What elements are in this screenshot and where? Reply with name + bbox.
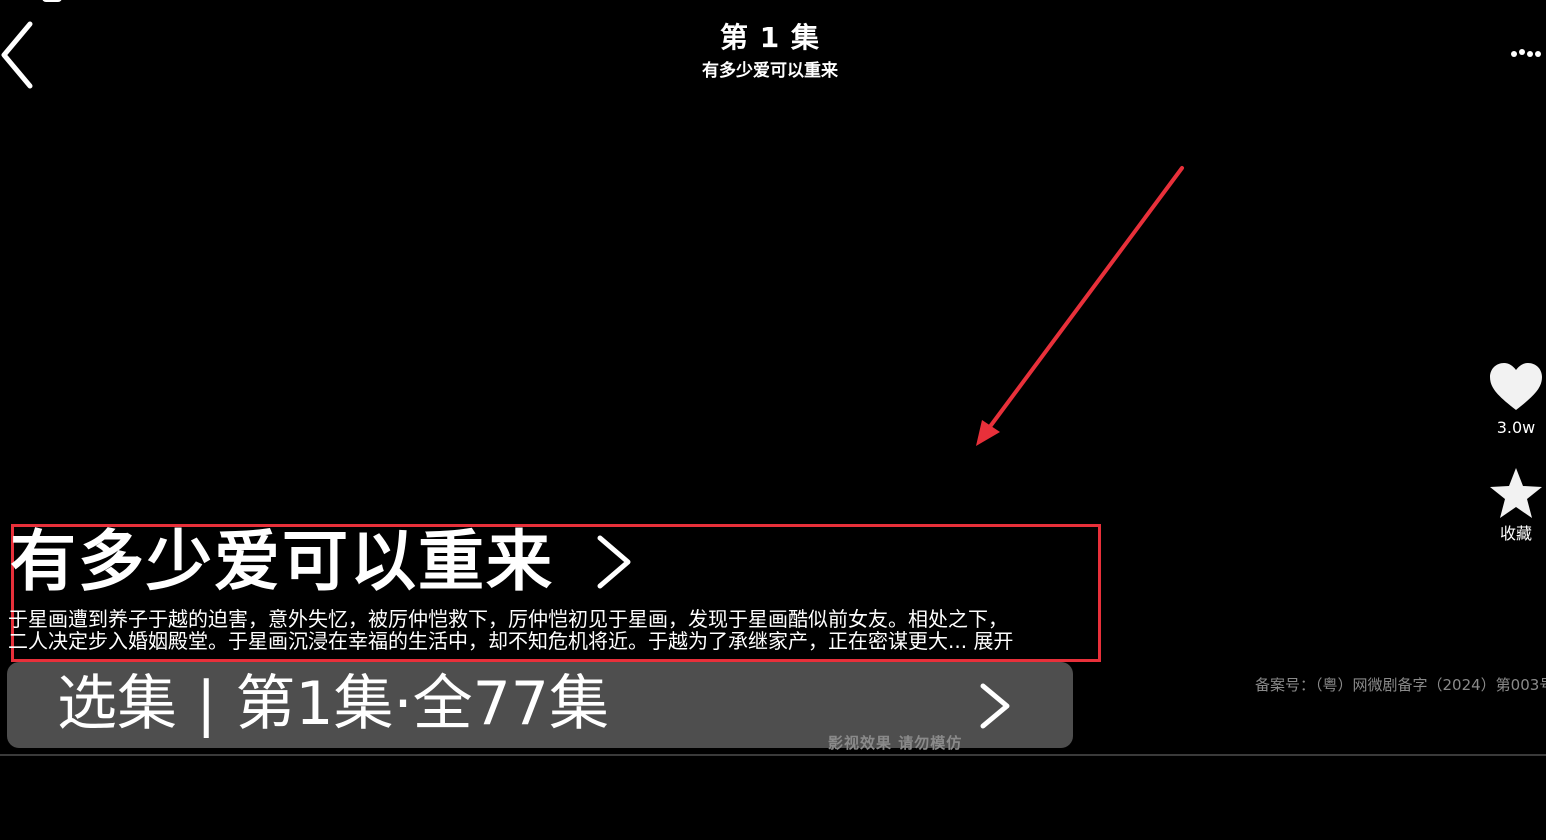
drama-subtitle: 有多少爱可以重来 bbox=[702, 61, 838, 81]
chevron-right-icon bbox=[977, 682, 1013, 730]
chevron-right-icon bbox=[594, 532, 634, 592]
synopsis-line-text: 二人决定步入婚姻殿堂。于星画沉浸在幸福的生活中，却不知危机将近。于越为了承继家产… bbox=[8, 629, 968, 653]
episode-header: 第 1 集 有多少爱可以重来 bbox=[560, 18, 980, 82]
progress-line bbox=[0, 754, 1546, 756]
like-button[interactable]: 3.0w bbox=[1486, 360, 1546, 438]
more-dots-icon bbox=[1511, 49, 1541, 57]
synopsis-line: 于星画遭到养子于越的迫害，意外失忆，被厉仲恺救下，厉仲恺初见于星画，发现于星画酷… bbox=[8, 607, 1008, 631]
show-title: 有多少爱可以重来 bbox=[10, 523, 554, 600]
back-button[interactable] bbox=[0, 20, 40, 90]
episode-selector-label: 选集 | 第1集·全77集 bbox=[57, 669, 609, 739]
more-button[interactable] bbox=[1508, 40, 1544, 64]
side-actions: 3.0w 收藏 bbox=[1486, 360, 1546, 544]
heart-icon bbox=[1488, 360, 1544, 416]
expand-button[interactable]: 展开 bbox=[973, 629, 1013, 653]
episode-title: 第 1 集 bbox=[720, 21, 820, 54]
filing-number: 备案号：（粤）网微剧备字（2024）第003号 bbox=[1255, 676, 1546, 694]
video-player-screen: 第 1 集 有多少爱可以重来 3.0w 收藏 有多少爱可以重来 于星画遭到养子于… bbox=[0, 0, 1546, 840]
synopsis: 于星画遭到养子于越的迫害，意外失忆，被厉仲恺救下，厉仲恺初见于星画，发现于星画酷… bbox=[8, 608, 1088, 652]
synopsis-line: 二人决定步入婚姻殿堂。于星画沉浸在幸福的生活中，却不知危机将近。于越为了承继家产… bbox=[8, 630, 1088, 652]
chevron-left-icon bbox=[1, 21, 33, 89]
watermark: 影视效果 请勿模仿 bbox=[828, 734, 963, 752]
favorite-button[interactable]: 收藏 bbox=[1486, 466, 1546, 544]
like-count: 3.0w bbox=[1496, 418, 1536, 437]
star-icon bbox=[1488, 466, 1544, 522]
show-title-link[interactable]: 有多少爱可以重来 bbox=[10, 522, 634, 602]
status-indicator bbox=[42, 0, 62, 2]
favorite-label: 收藏 bbox=[1499, 524, 1532, 543]
